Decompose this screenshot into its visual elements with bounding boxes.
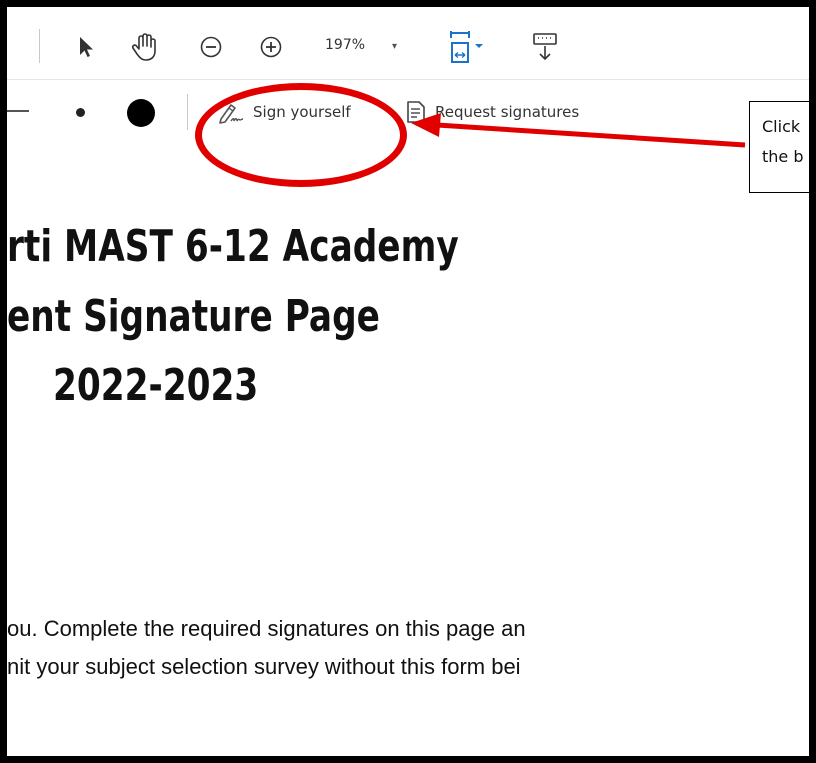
screenshot-frame: 197% ▾ Sign yourself Request signatures … (0, 0, 816, 763)
line-tool[interactable] (7, 110, 29, 112)
dot-size-large[interactable] (127, 99, 155, 127)
dot-size-small[interactable] (76, 108, 85, 117)
fill-sign-toolbar: Sign yourself Request signatures (7, 79, 809, 147)
page-fit-button[interactable] (443, 29, 489, 65)
scroll-mode-button[interactable] (525, 29, 565, 65)
zoom-out-button[interactable] (195, 29, 227, 65)
select-tool-button[interactable] (71, 29, 101, 65)
red-highlight-ellipse (195, 83, 407, 187)
zoom-in-icon (260, 36, 282, 58)
request-signatures-label: Request signatures (435, 103, 580, 121)
toolbar-divider (187, 94, 188, 130)
hand-tool-button[interactable] (127, 29, 163, 65)
document-title-line-1: rti MAST 6-12 Academy (7, 221, 459, 272)
hand-icon (131, 33, 156, 61)
zoom-out-icon (200, 36, 222, 58)
zoom-in-button[interactable] (255, 29, 287, 65)
document-page: rti MAST 6-12 Academy ent Signature Page… (7, 146, 809, 756)
toolbar-divider (39, 29, 40, 63)
callout-line-1: Click (762, 117, 801, 136)
document-icon (407, 101, 425, 123)
keyboard-down-icon (533, 33, 557, 61)
zoom-level-value[interactable]: 197% (325, 37, 365, 53)
request-signatures-button[interactable]: Request signatures (405, 96, 579, 128)
document-body-line-2: nit your subject selection survey withou… (7, 654, 521, 679)
document-body-line-1: ou. Complete the required signatures on … (7, 616, 526, 641)
callout-line-2: the b (762, 147, 804, 166)
fit-page-icon (450, 31, 483, 63)
document-title-line-3: 2022-2023 (53, 360, 259, 411)
zoom-dropdown-caret[interactable]: ▾ (392, 41, 397, 52)
main-toolbar: 197% ▾ (7, 7, 809, 79)
document-title-line-2: ent Signature Page (7, 291, 380, 342)
instruction-callout: Click the b (749, 101, 809, 193)
pointer-icon (80, 37, 93, 57)
